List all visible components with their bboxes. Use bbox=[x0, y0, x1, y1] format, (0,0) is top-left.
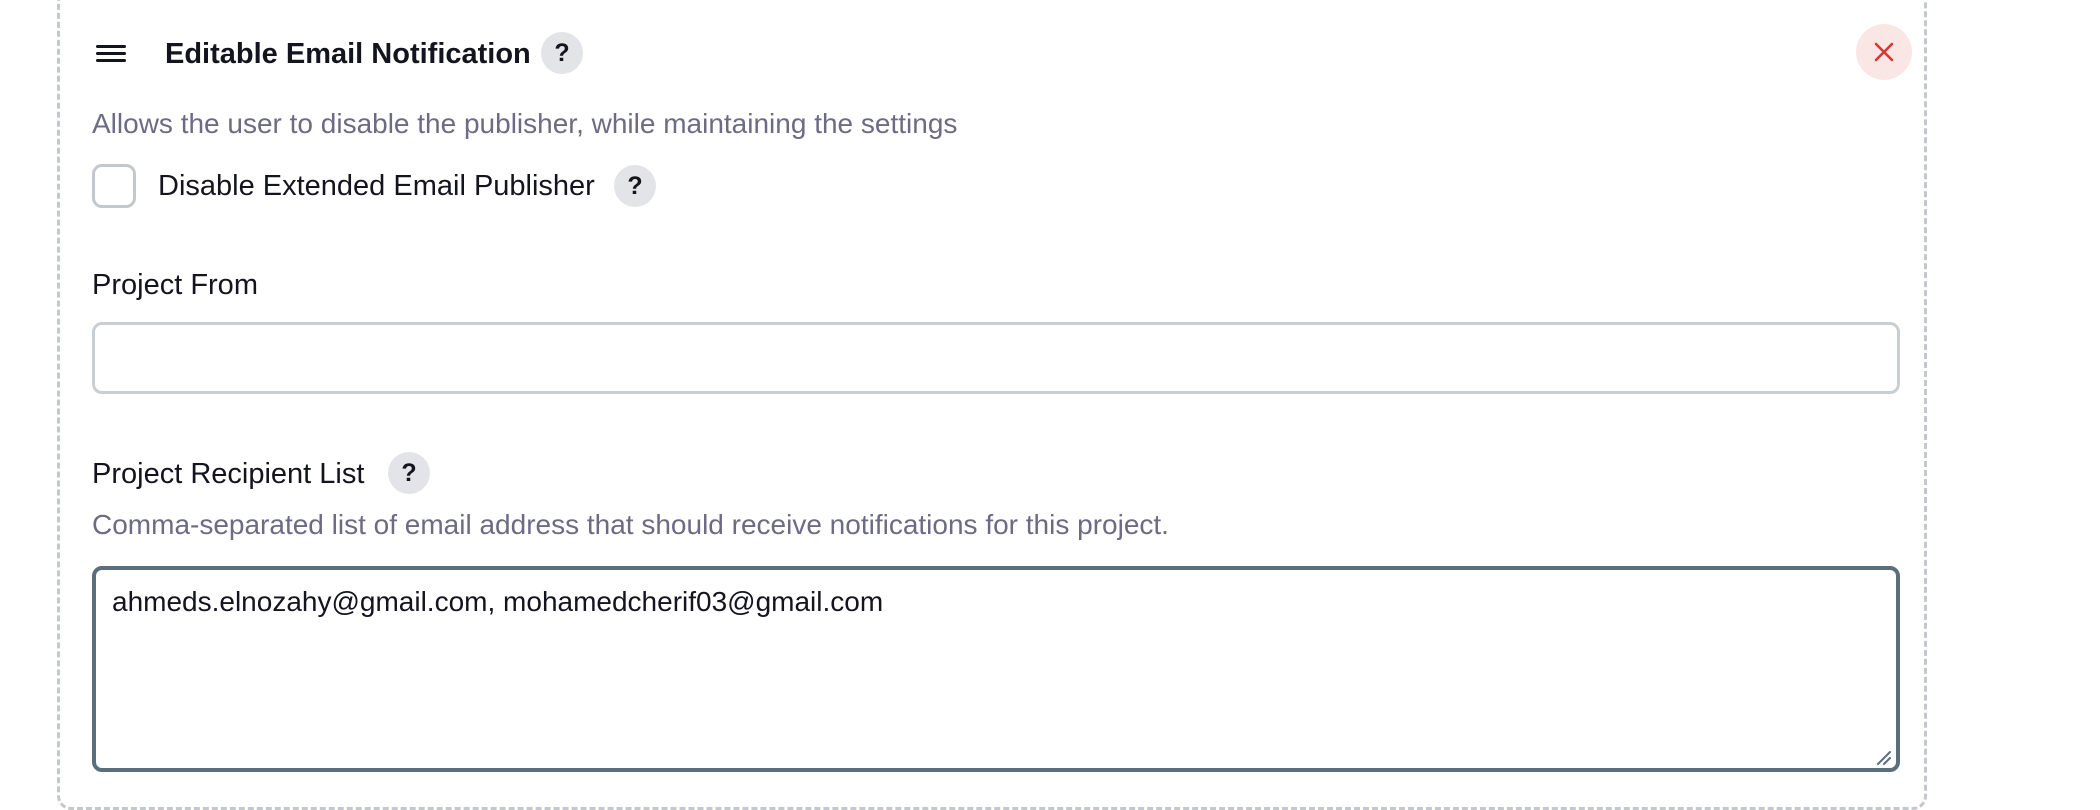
question-mark-icon: ? bbox=[554, 38, 570, 67]
disable-publisher-checkbox[interactable] bbox=[92, 164, 136, 208]
question-mark-icon: ? bbox=[627, 171, 643, 200]
question-mark-icon: ? bbox=[401, 458, 417, 487]
recipient-list-label: Project Recipient List bbox=[92, 458, 365, 490]
project-from-input[interactable] bbox=[92, 322, 1900, 394]
disable-publisher-help-button[interactable]: ? bbox=[614, 165, 656, 207]
resize-grip-icon[interactable] bbox=[1874, 748, 1892, 766]
section-help-button[interactable]: ? bbox=[541, 32, 583, 74]
recipient-list-description: Comma-separated list of email address th… bbox=[92, 509, 1169, 540]
remove-section-button[interactable] bbox=[1856, 24, 1912, 80]
section-title: Editable Email Notification bbox=[165, 38, 531, 70]
project-from-label: Project From bbox=[92, 269, 258, 301]
section-description: Allows the user to disable the publisher… bbox=[92, 108, 958, 139]
close-x-icon bbox=[1874, 42, 1894, 62]
recipient-list-textarea[interactable]: ahmeds.elnozahy@gmail.com, mohamedcherif… bbox=[92, 566, 1900, 772]
recipient-list-help-button[interactable]: ? bbox=[388, 452, 430, 494]
disable-publisher-label[interactable]: Disable Extended Email Publisher bbox=[158, 167, 595, 205]
drag-handle-icon[interactable] bbox=[94, 42, 128, 66]
